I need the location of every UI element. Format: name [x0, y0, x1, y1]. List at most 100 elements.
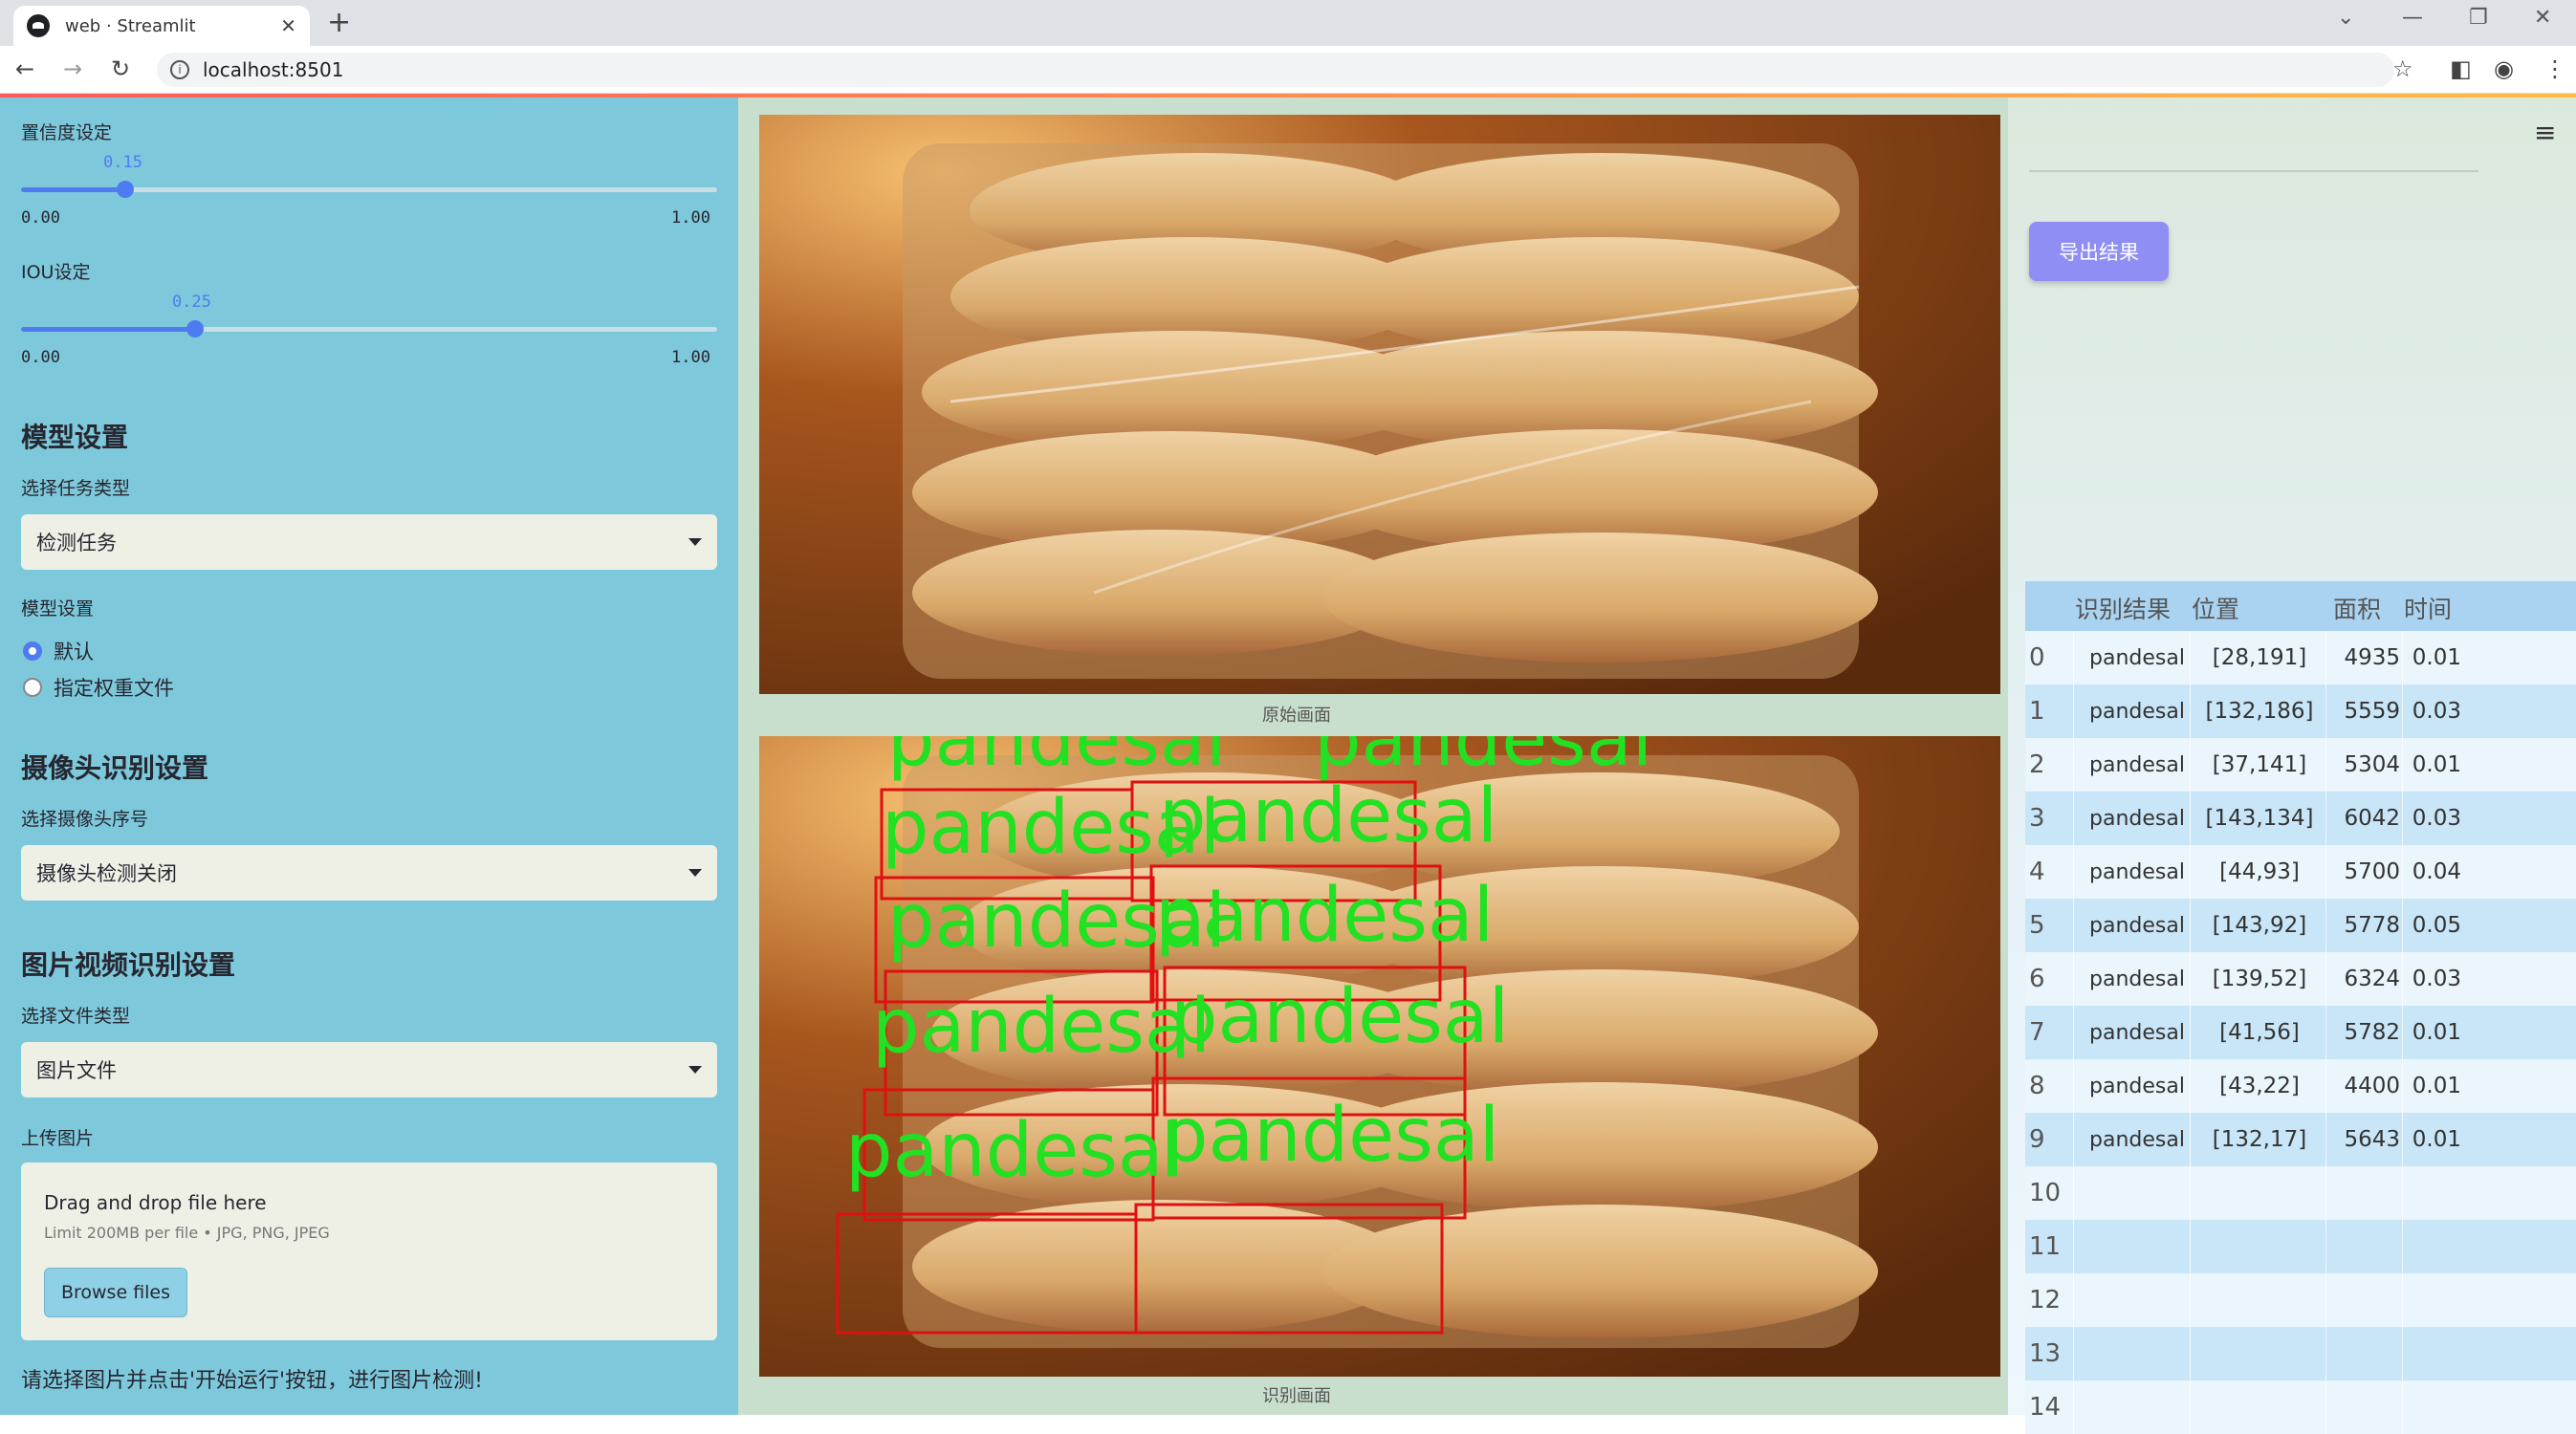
- radio-default[interactable]: 默认: [23, 637, 94, 665]
- table-header-cell[interactable]: 位置: [2192, 581, 2316, 635]
- table-row[interactable]: 6 pandesal [139,52] 6324 0.03: [2025, 952, 2576, 1006]
- forward-icon[interactable]: →: [63, 55, 82, 82]
- radio-weight-file-label: 指定权重文件: [54, 677, 174, 700]
- table-cell: [2404, 1273, 2461, 1327]
- row-index: 11: [2029, 1232, 2062, 1261]
- table-cell: [2333, 1380, 2400, 1434]
- table-row[interactable]: 5 pandesal [143,92] 5778 0.05: [2025, 899, 2576, 952]
- table-header-cell[interactable]: 识别结果: [2075, 581, 2199, 635]
- site-info-icon[interactable]: i: [170, 60, 189, 79]
- iou-min: 0.00: [21, 348, 60, 367]
- browser-menu-icon[interactable]: ⋮: [2543, 55, 2566, 82]
- iou-slider-thumb[interactable]: [186, 320, 204, 337]
- table-header-cell[interactable]: [2029, 581, 2067, 635]
- table-cell: pandesal: [2089, 806, 2185, 831]
- tab-close-icon[interactable]: ✕: [280, 14, 296, 37]
- confidence-slider-thumb[interactable]: [117, 181, 134, 198]
- table-cell: [132,17]: [2212, 1127, 2307, 1152]
- iou-label: IOU设定: [21, 262, 91, 283]
- new-tab-icon[interactable]: +: [327, 6, 351, 39]
- column-divider: [2190, 1220, 2191, 1273]
- table-row[interactable]: 14: [2025, 1380, 2576, 1434]
- table-row[interactable]: 11: [2025, 1220, 2576, 1273]
- table-cell: 6324: [2344, 967, 2400, 991]
- column-divider: [2190, 1113, 2191, 1166]
- back-icon[interactable]: ←: [15, 55, 34, 82]
- file-uploader[interactable]: Drag and drop file here Limit 200MB per …: [21, 1162, 717, 1340]
- radio-weight-file[interactable]: 指定权重文件: [23, 673, 174, 702]
- table-cell: pandesal: [2089, 967, 2185, 991]
- reload-icon[interactable]: ↻: [111, 55, 130, 82]
- iou-slider[interactable]: [21, 320, 717, 337]
- table-cell: [143,134]: [2205, 806, 2314, 831]
- profile-avatar-icon[interactable]: ◉: [2494, 55, 2514, 82]
- table-cell: 0.03: [2412, 699, 2461, 724]
- table-row[interactable]: 0 pandesal [28,191] 4935 0.01: [2025, 631, 2576, 684]
- row-index: 8: [2029, 1072, 2045, 1100]
- column-divider: [2325, 952, 2326, 1006]
- column-divider: [2073, 845, 2074, 899]
- camera-select[interactable]: 摄像头检测关闭: [21, 845, 717, 901]
- table-cell: [2404, 1166, 2461, 1220]
- radio-unchecked-icon: [23, 678, 42, 697]
- file-type-select[interactable]: 图片文件: [21, 1042, 717, 1097]
- confidence-slider[interactable]: [21, 181, 717, 198]
- row-index: 9: [2029, 1125, 2045, 1154]
- column-divider: [2190, 1273, 2191, 1327]
- table-row[interactable]: 13: [2025, 1327, 2576, 1380]
- column-divider: [2325, 1006, 2326, 1059]
- column-divider: [2073, 1059, 2074, 1113]
- table-row[interactable]: 2 pandesal [37,141] 5304 0.01: [2025, 738, 2576, 792]
- table-cell: [2404, 1220, 2461, 1273]
- upload-dropzone-text: Drag and drop file here: [44, 1191, 267, 1214]
- table-header-cell[interactable]: 面积: [2333, 581, 2400, 635]
- table-cell: [2404, 1327, 2461, 1380]
- column-divider: [2073, 952, 2074, 1006]
- confidence-label: 置信度设定: [21, 122, 113, 143]
- column-divider: [2073, 1166, 2074, 1220]
- table-cell: 0.01: [2412, 752, 2461, 777]
- table-header-cell[interactable]: 时间: [2404, 581, 2461, 635]
- table-cell: [2333, 1273, 2400, 1327]
- bookmark-star-icon[interactable]: ☆: [2392, 55, 2413, 82]
- table-row[interactable]: 7 pandesal [41,56] 5782 0.01: [2025, 1006, 2576, 1059]
- column-divider: [2190, 1327, 2191, 1380]
- url-field[interactable]: i localhost:8501: [157, 53, 2394, 87]
- main-area: 原始画面 pandesal pandesal pandesal pandesal…: [738, 98, 2576, 1434]
- table-cell: [2075, 1220, 2199, 1273]
- column-divider: [2402, 1166, 2403, 1220]
- side-panel-icon[interactable]: ◧: [2450, 55, 2472, 82]
- column-divider: [2325, 1166, 2326, 1220]
- iou-max: 1.00: [671, 348, 710, 367]
- table-cell: [2197, 1273, 2322, 1327]
- original-caption: 原始画面: [1262, 706, 1331, 726]
- table-row[interactable]: 1 pandesal [132,186] 5559 0.03: [2025, 684, 2576, 738]
- close-window-icon[interactable]: ✕: [2534, 6, 2551, 30]
- column-divider: [2073, 631, 2074, 684]
- tab-search-chevron-icon[interactable]: ⌄: [2337, 6, 2354, 30]
- column-divider: [2190, 845, 2191, 899]
- table-row[interactable]: 12: [2025, 1273, 2576, 1327]
- column-divider: [2073, 1273, 2074, 1327]
- column-divider: [2402, 1006, 2403, 1059]
- table-row[interactable]: 3 pandesal [143,134] 6042 0.03: [2025, 792, 2576, 845]
- tab-title: web · Streamlit: [65, 15, 196, 36]
- column-divider: [2325, 1220, 2326, 1273]
- column-divider: [2325, 1380, 2326, 1434]
- browse-files-button[interactable]: Browse files: [44, 1268, 187, 1317]
- restore-icon[interactable]: ❐: [2469, 6, 2488, 30]
- address-bar: ← → ↻ i localhost:8501 ☆ ◧ ◉ ⋮: [0, 46, 2576, 94]
- row-index: 5: [2029, 911, 2045, 940]
- hamburger-menu-icon[interactable]: ≡: [2534, 117, 2556, 148]
- minimize-icon[interactable]: —: [2402, 6, 2423, 30]
- table-row[interactable]: 9 pandesal [132,17] 5643 0.01: [2025, 1113, 2576, 1166]
- task-type-select[interactable]: 检测任务: [21, 514, 717, 570]
- table-row[interactable]: 4 pandesal [44,93] 5700 0.04: [2025, 845, 2576, 899]
- export-results-button[interactable]: 导出结果: [2029, 222, 2169, 281]
- table-row[interactable]: 10: [2025, 1166, 2576, 1220]
- table-row[interactable]: 8 pandesal [43,22] 4400 0.01: [2025, 1059, 2576, 1113]
- column-divider: [2190, 1166, 2191, 1220]
- sidebar-hint: 请选择图片并点击'开始运行'按钮，进行图片检测!: [21, 1369, 483, 1393]
- browser-tab[interactable]: web · Streamlit ✕: [13, 6, 310, 46]
- column-divider: [2402, 1059, 2403, 1113]
